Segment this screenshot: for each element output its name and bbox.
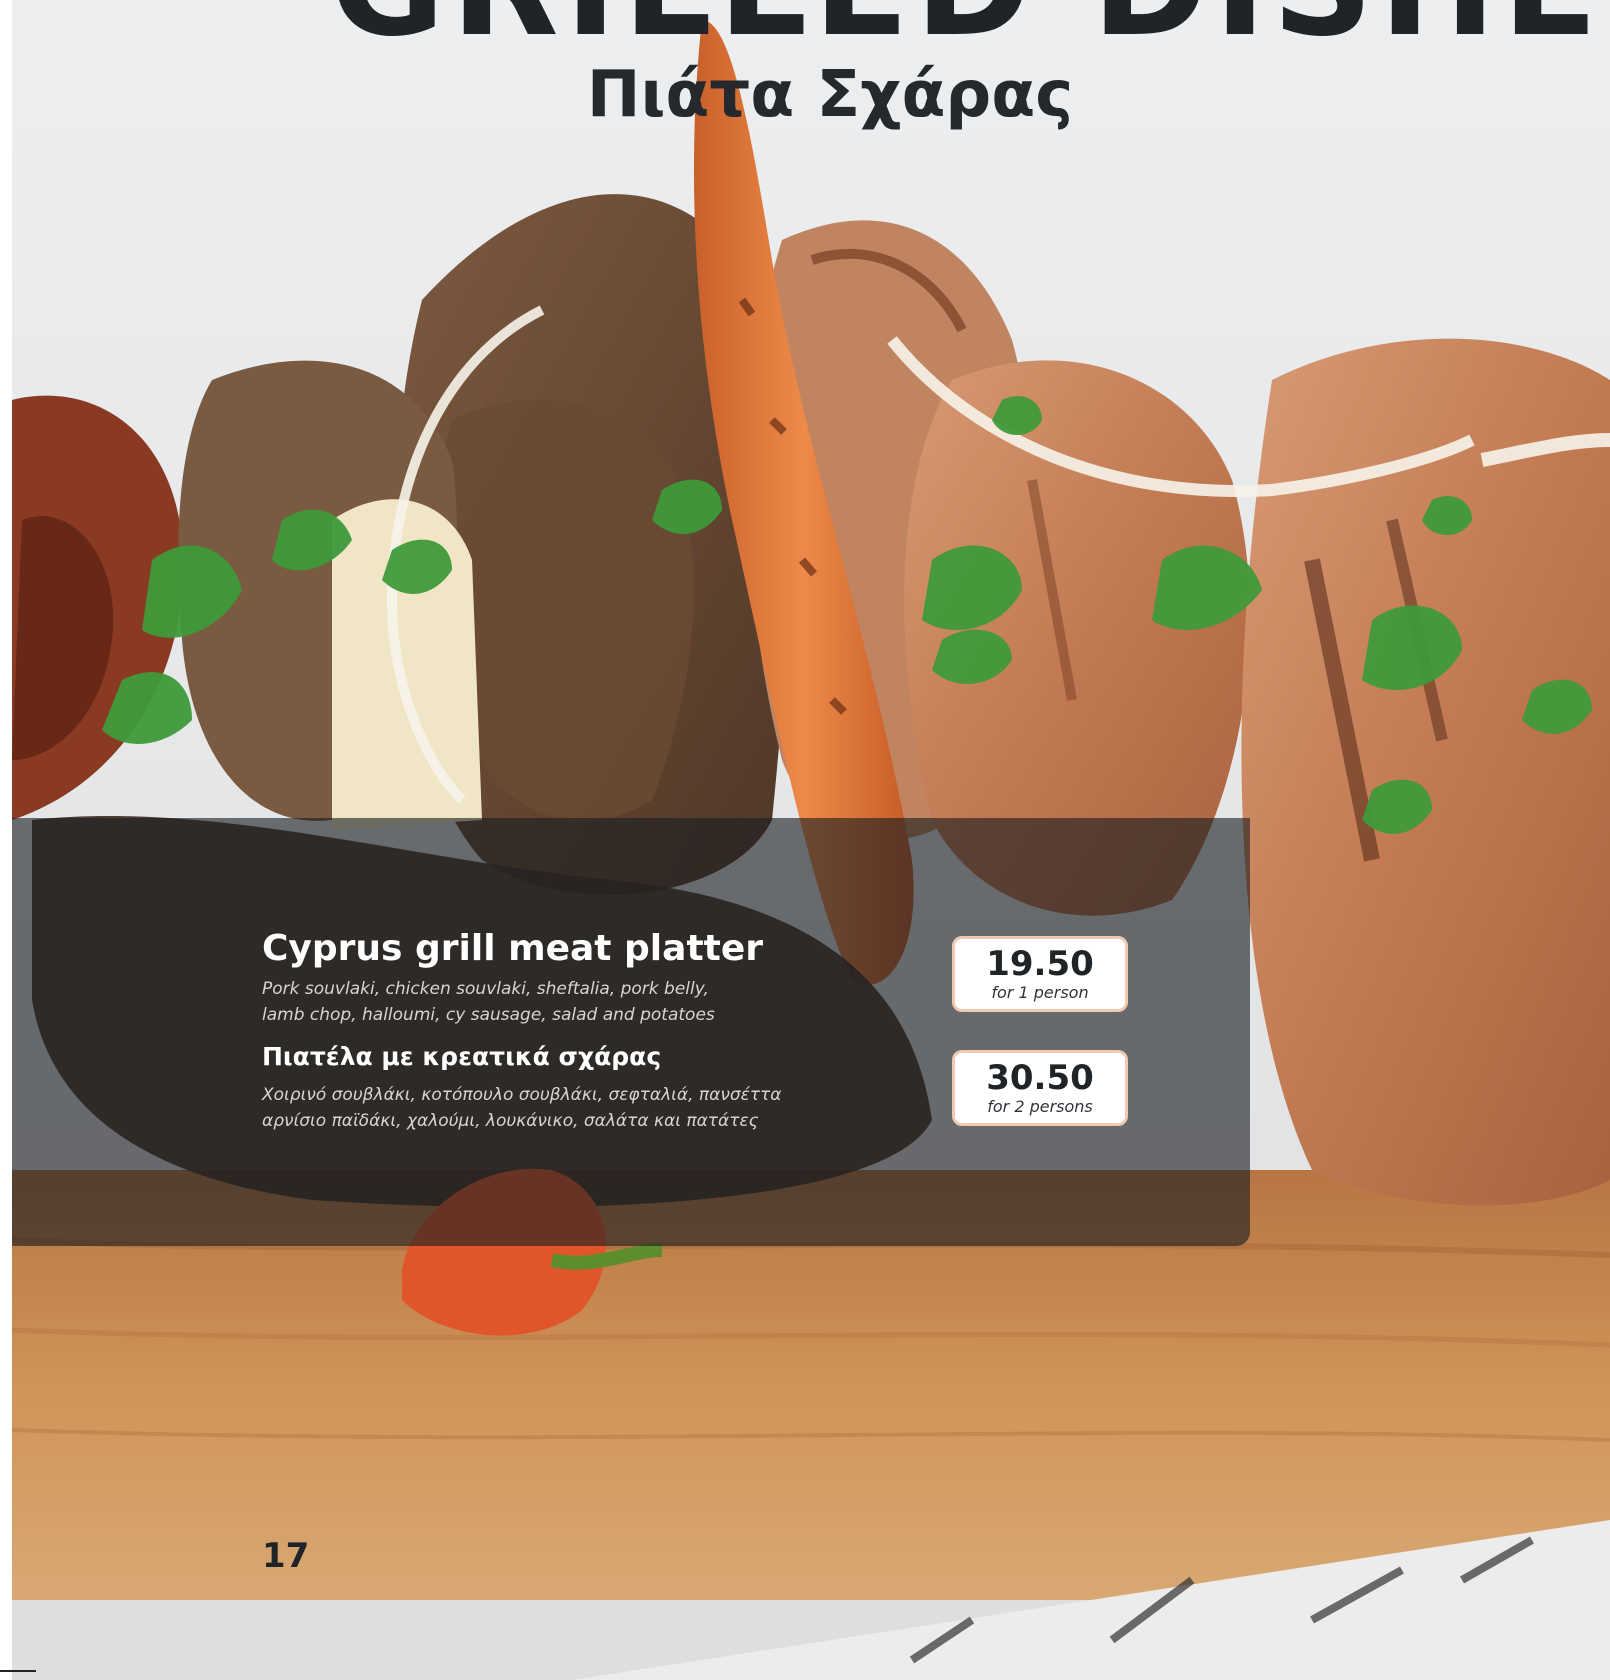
dish-description-english-line-2: lamb chop, halloumi, cy sausage, salad a…: [262, 1005, 715, 1025]
dish-name-greek: Πιατέλα με κρεατικά σχάρας: [262, 1042, 662, 1071]
dish-name-english: Cyprus grill meat platter: [262, 928, 764, 969]
price-value: 30.50: [986, 1058, 1094, 1098]
dish-overlay-panel: [12, 818, 1250, 1246]
dish-description-english-line-1: Pork souvlaki, chicken souvlaki, sheftal…: [262, 979, 709, 999]
section-subtitle: Πιάτα Σχάρας: [586, 58, 1074, 132]
dish-description-greek-line-2: αρνίσιο παϊδάκι, χαλούμι, λουκάνικο, σαλ…: [262, 1111, 759, 1131]
price-badge-one-person: 19.50 for 1 person: [952, 936, 1128, 1012]
dish-description-english: Pork souvlaki, chicken souvlaki, sheftal…: [262, 976, 902, 1028]
page-left-margin: [0, 0, 12, 1680]
dish-description-greek: Χοιρινό σουβλάκι, κοτόπουλο σουβλάκι, σε…: [262, 1082, 902, 1134]
price-value: 19.50: [986, 944, 1094, 984]
page-number: 17: [262, 1536, 310, 1576]
price-note: for 1 person: [991, 983, 1089, 1002]
dish-description-greek-line-1: Χοιρινό σουβλάκι, κοτόπουλο σουβλάκι, σε…: [262, 1085, 782, 1105]
menu-page: GRILLED DISHES Πιάτα Σχάρας Cyprus grill…: [0, 0, 1610, 1680]
price-badge-two-persons: 30.50 for 2 persons: [952, 1050, 1128, 1126]
price-note: for 2 persons: [987, 1097, 1093, 1116]
crop-mark: [0, 1670, 36, 1672]
